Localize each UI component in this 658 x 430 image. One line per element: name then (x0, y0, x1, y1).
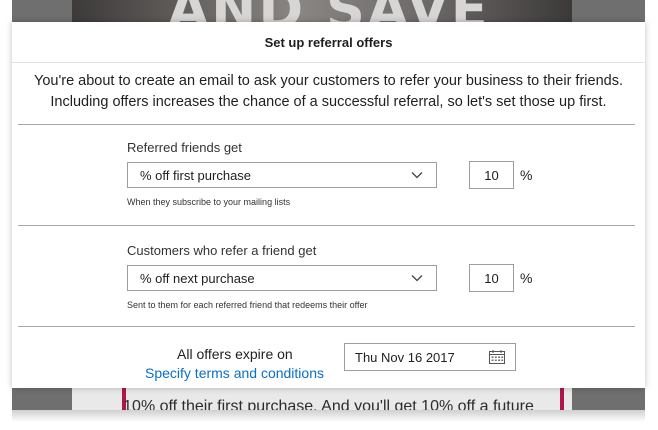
referring-customers-offer-value: % off next purchase (140, 270, 255, 286)
chevron-down-icon (411, 172, 423, 179)
referring-customers-offer-select[interactable]: % off next purchase (127, 265, 437, 291)
dialog-title: Set up referral offers (264, 34, 393, 50)
section-divider (18, 124, 635, 125)
chevron-down-icon (411, 275, 423, 282)
email-body-text: 10% off their first purchase. And you'll… (123, 398, 534, 410)
calendar-icon[interactable] (489, 350, 505, 364)
referred-friends-hint: When they subscribe to your mailing list… (127, 197, 291, 207)
terms-and-conditions-link[interactable]: Specify terms and conditions (145, 365, 324, 381)
referred-friends-offer-value: % off first purchase (140, 167, 252, 183)
dialog-intro: You're about to create an email to ask y… (12, 63, 645, 113)
referring-customers-amount-value: 10 (484, 270, 499, 286)
referred-friends-section: Referred friends get % off first purchas… (127, 140, 547, 207)
percent-unit-label: % (520, 270, 533, 286)
dialog-header: Set up referral offers (12, 22, 645, 63)
referring-customers-hint: Sent to them for each referred friend th… (127, 300, 368, 310)
expiration-date-picker[interactable]: Thu Nov 16 2017 (344, 343, 516, 371)
expiration-label: All offers expire on (177, 346, 293, 362)
referred-friends-label: Referred friends get (127, 140, 242, 155)
referred-friends-amount-input[interactable]: 10 (469, 161, 514, 189)
intro-line-1: You're about to create an email to ask y… (34, 73, 623, 89)
percent-unit-label: % (520, 167, 533, 183)
intro-line-2: Including offers increases the chance of… (50, 94, 607, 110)
referral-offers-dialog: Set up referral offers You're about to c… (12, 22, 645, 388)
referring-customers-label: Customers who refer a friend get (127, 243, 317, 258)
referring-customers-section: Customers who refer a friend get % off n… (127, 243, 547, 310)
section-divider (18, 326, 635, 327)
section-divider (18, 225, 635, 226)
referred-friends-amount-value: 10 (484, 167, 499, 183)
referred-friends-offer-select[interactable]: % off first purchase (127, 162, 437, 188)
expiration-date-value: Thu Nov 16 2017 (355, 349, 455, 365)
referring-customers-amount-input[interactable]: 10 (469, 264, 514, 292)
window-shadow (12, 410, 645, 422)
